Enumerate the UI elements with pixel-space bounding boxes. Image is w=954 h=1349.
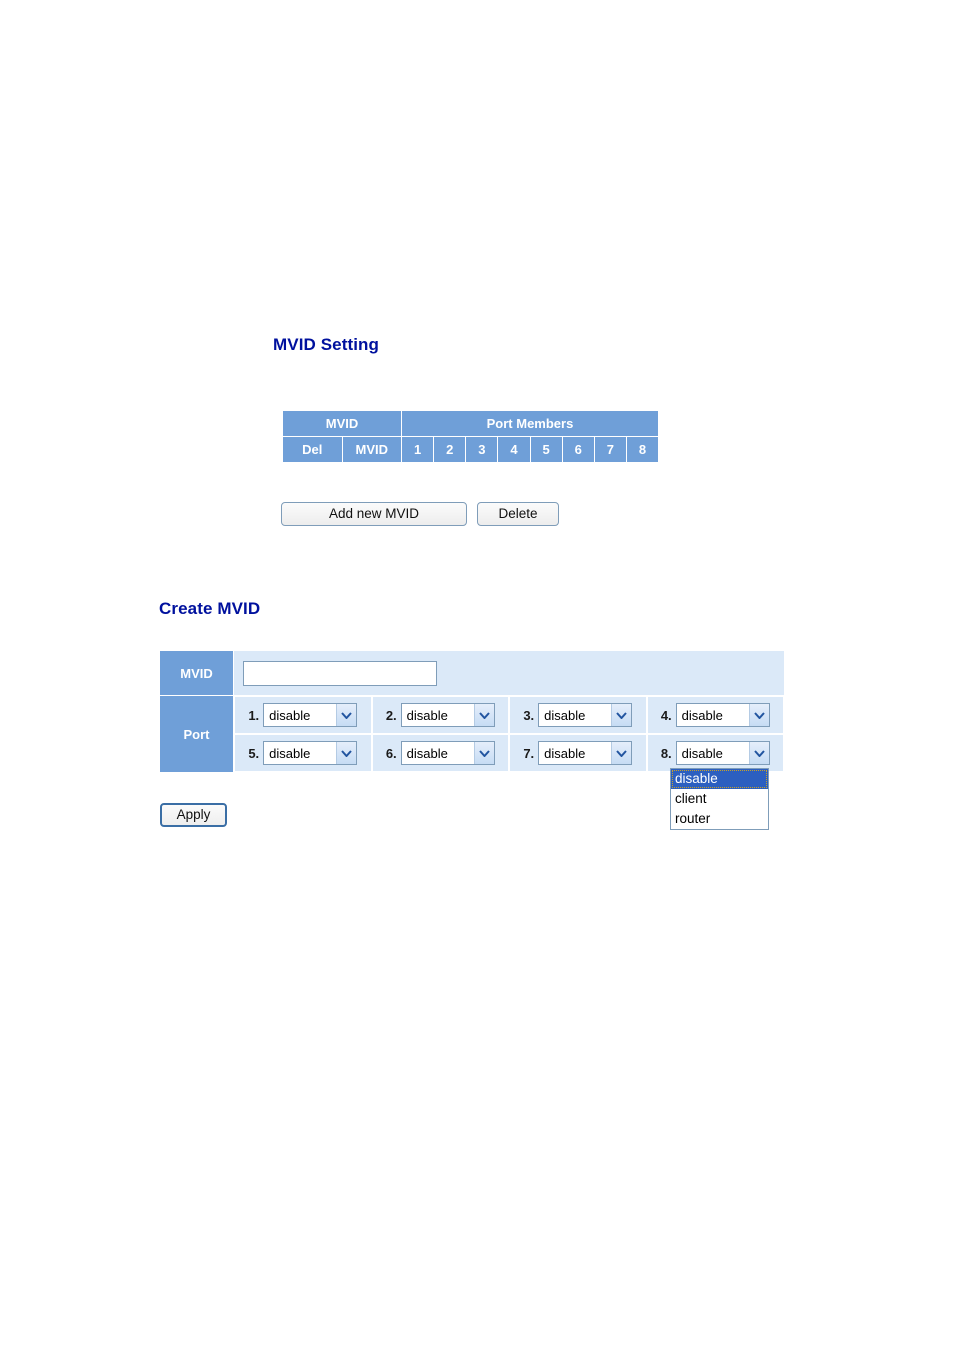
delete-button[interactable]: Delete	[477, 502, 559, 526]
group-header-mvid: MVID	[282, 410, 402, 437]
port-cell-5: 5. disable	[234, 734, 372, 772]
create-mvid-id-row: MVID	[159, 650, 785, 696]
port-cell-6: 6. disable	[371, 734, 509, 772]
port-mode-value-1: disable	[269, 707, 311, 723]
column-header-port-2: 2	[433, 436, 467, 463]
create-mvid-heading: Create MVID	[159, 599, 261, 618]
port-mode-value-2: disable	[406, 707, 448, 723]
port-mode-value-7: disable	[544, 745, 586, 761]
create-mvid-port-grid-cell: 1. disable 2. disable 3. disable 4. disa…	[233, 695, 785, 773]
dropdown-option-disable[interactable]: disable	[671, 769, 768, 789]
port-mode-select-8[interactable]: disable	[675, 741, 770, 765]
port-mode-select-1[interactable]: disable	[263, 703, 358, 727]
column-header-port-6: 6	[561, 436, 595, 463]
port-mode-select-4[interactable]: disable	[675, 703, 770, 727]
port-mode-value-6: disable	[406, 745, 448, 761]
create-mvid-form-table: MVID Port 1. disable 2. disable 3. disab…	[159, 650, 785, 773]
port-cell-8: 8. disable	[646, 734, 784, 772]
chevron-down-icon[interactable]	[336, 742, 357, 764]
chevron-down-icon[interactable]	[473, 742, 494, 764]
port-number-7: 7.	[523, 745, 535, 761]
column-header-port-8: 8	[625, 436, 660, 463]
port-mode-select-6[interactable]: disable	[400, 741, 495, 765]
port-mode-dropdown-list[interactable]: disable client router	[670, 768, 769, 830]
column-header-del: Del	[282, 436, 343, 463]
port-cell-4: 4. disable	[646, 696, 784, 734]
port-mode-value-3: disable	[544, 707, 586, 723]
port-number-1: 1.	[248, 707, 260, 723]
table-group-header-row: MVID Port Members	[282, 410, 659, 437]
chevron-down-icon[interactable]	[336, 704, 357, 726]
port-mode-value-8: disable	[681, 745, 723, 761]
port-mode-value-4: disable	[681, 707, 723, 723]
mvid-input[interactable]	[243, 660, 437, 686]
port-number-6: 6.	[385, 745, 397, 761]
port-number-5: 5.	[248, 745, 260, 761]
group-header-port-members: Port Members	[401, 410, 659, 437]
dropdown-option-client[interactable]: client	[671, 789, 768, 809]
port-cell-7: 7. disable	[509, 734, 647, 772]
table-column-header-row: Del MVID 1 2 3 4 5 6 7 8	[282, 436, 660, 463]
port-mode-select-3[interactable]: disable	[538, 703, 633, 727]
port-cell-3: 3. disable	[509, 696, 647, 734]
chevron-down-icon[interactable]	[611, 742, 632, 764]
chevron-down-icon[interactable]	[748, 704, 769, 726]
create-mvid-id-label: MVID	[159, 650, 234, 696]
column-header-port-7: 7	[593, 436, 627, 463]
column-header-mvid: MVID	[341, 436, 402, 463]
port-number-4: 4.	[660, 707, 672, 723]
port-cell-1: 1. disable	[234, 696, 372, 734]
port-number-3: 3.	[523, 707, 535, 723]
column-header-port-5: 5	[529, 436, 563, 463]
mvid-setting-heading: MVID Setting	[273, 335, 380, 354]
port-mode-select-2[interactable]: disable	[400, 703, 495, 727]
create-mvid-port-label: Port	[159, 695, 234, 773]
port-mode-value-5: disable	[269, 745, 311, 761]
dropdown-option-router[interactable]: router	[671, 809, 768, 829]
port-number-8: 8.	[660, 745, 672, 761]
create-mvid-id-field-cell	[233, 650, 785, 696]
mvid-action-buttons: Add new MVID Delete	[281, 502, 559, 526]
column-header-port-4: 4	[497, 436, 531, 463]
port-cell-2: 2. disable	[371, 696, 509, 734]
port-mode-select-7[interactable]: disable	[538, 741, 633, 765]
port-grid: 1. disable 2. disable 3. disable 4. disa…	[234, 696, 784, 772]
create-mvid-port-row: Port 1. disable 2. disable 3. disable 4.…	[159, 695, 785, 773]
add-new-mvid-button[interactable]: Add new MVID	[281, 502, 467, 526]
port-number-2: 2.	[385, 707, 397, 723]
chevron-down-icon[interactable]	[748, 742, 769, 764]
chevron-down-icon[interactable]	[611, 704, 632, 726]
apply-button[interactable]: Apply	[160, 803, 227, 827]
column-header-port-3: 3	[465, 436, 499, 463]
chevron-down-icon[interactable]	[473, 704, 494, 726]
column-header-port-1: 1	[400, 436, 435, 463]
port-mode-select-5[interactable]: disable	[263, 741, 358, 765]
mvid-setting-table: MVID Port Members Del MVID 1 2 3 4 5 6 7…	[282, 410, 660, 463]
